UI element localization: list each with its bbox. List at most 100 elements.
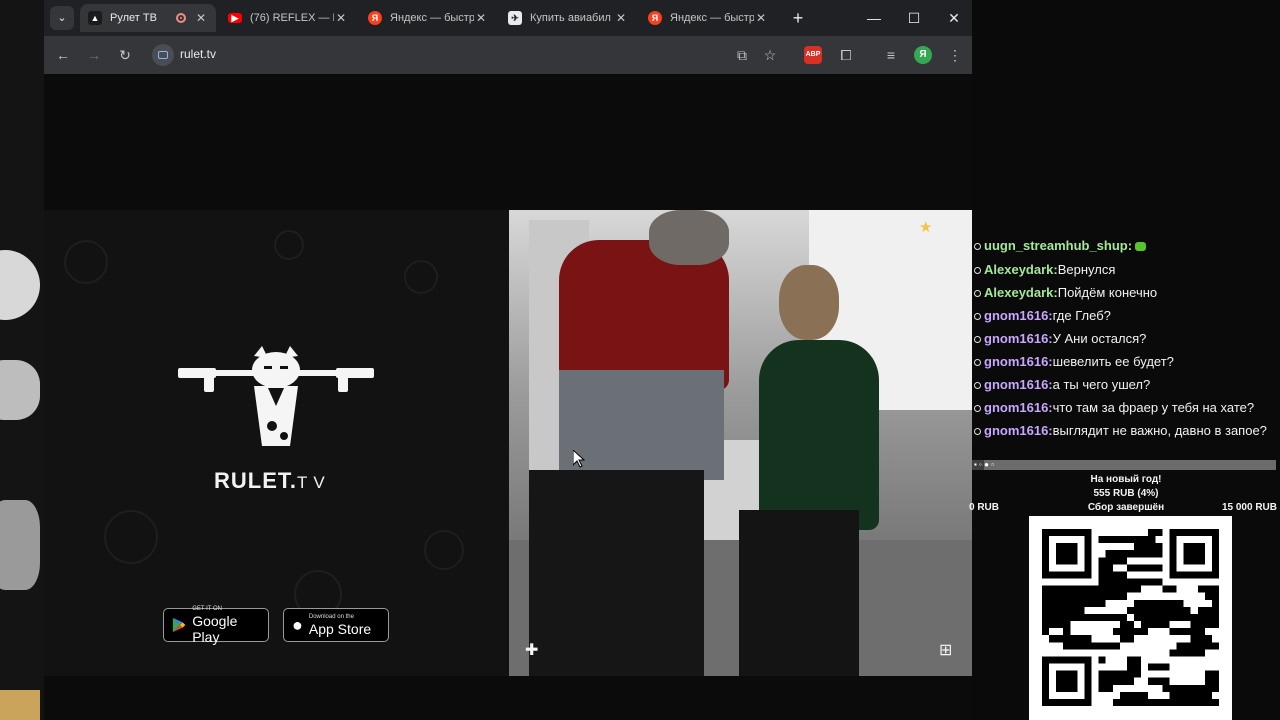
yandex-icon: Я [368,11,382,25]
app-store-small-text: Download on the [308,613,354,620]
chat-nick: uugn_streamhub_shup: [984,238,1133,253]
tab-title: Яндекс — быстр [390,12,474,24]
aviasales-icon: ✈ [508,11,522,25]
apple-icon: ● [292,615,303,635]
chat-text: где Глеб? [1052,308,1111,323]
new-tab-button[interactable]: + [788,8,808,28]
google-play-small-text: GET IT ON [192,605,223,612]
rulet-tv-icon: ▲ [88,11,102,25]
chat-text: шевелить ее будет? [1052,354,1174,369]
chat-message: gnom1616:а ты чего ушел? [974,376,1274,393]
rulet-tv-brand: RULET.TV [214,468,331,493]
chat-nick: gnom1616: [984,423,1053,438]
chat-text: Вернулся [1057,262,1116,277]
chat-message: gnom1616:шевелить ее будет? [974,353,1274,370]
chat-text: выглядит не важно, давно в запое? [1052,423,1267,438]
app-store-button[interactable]: ● Download on the App Store [283,608,389,642]
chat-bullet-icon [974,290,981,298]
chat-nick: gnom1616: [984,377,1053,392]
chat-nick: Alexeydark: [984,285,1058,300]
tab-youtube[interactable]: ▶ (76) REFLEX — П ✕ [220,4,356,32]
close-tab-icon[interactable]: ✕ [194,11,208,25]
star-icon: ★ [919,219,933,236]
reading-list-icon[interactable]: ≡ [880,44,902,66]
tab-title: Яндекс — быстр [670,12,754,24]
donation-max: 15 000 RUB [1221,502,1277,513]
webcam-video[interactable]: ★ 26 ✚ ⊞ [509,210,972,676]
rulet-promo-panel: RULET.TV GET IT ON Google Play ● Download… [44,210,509,676]
recording-icon [176,13,186,23]
viewer-count: 26 [936,219,953,235]
donation-qr-code [1029,516,1232,720]
chat-bullet-icon [974,405,981,413]
emote-icon [1135,242,1147,252]
tab-title: (76) REFLEX — П [250,12,334,24]
url-text[interactable]: rulet.tv [180,47,216,61]
chat-bullet-icon [974,313,981,321]
youtube-icon: ▶ [228,13,242,23]
gift-icon[interactable]: ⊞ [939,640,952,660]
chat-message: uugn_streamhub_shup: [974,237,1274,254]
chat-message: gnom1616:выглядит не важно, давно в запо… [974,422,1274,439]
tab-yandex-1[interactable]: Я Яндекс — быстр ✕ [360,4,496,32]
donation-goal: На новый год! 555 RUB (4%) 0 RUB Сбор за… [969,472,1280,516]
chat-nick: Alexeydark: [984,262,1058,277]
chat-message: gnom1616:У Ани остался? [974,330,1274,347]
donation-title: На новый год! [1090,474,1162,485]
tab-title: Купить авиабил [530,12,611,24]
bookmark-star-icon[interactable]: ☆ [759,44,781,66]
close-tab-icon[interactable]: ✕ [474,11,488,25]
close-tab-icon[interactable]: ✕ [614,11,628,25]
site-info-icon[interactable] [152,44,174,66]
address-bar[interactable]: rulet.tv [148,41,708,69]
chat-bullet-icon [974,336,981,344]
chat-bullet-icon [974,267,981,275]
chat-message: Alexeydark:Пойдём конечно [974,284,1274,301]
close-window-button[interactable]: ✕ [934,6,974,30]
forward-button[interactable]: → [83,44,105,66]
browser-toolbar: ← → ↻ rulet.tv ⧉ ☆ ABP ⧠ ≡ Я ⋮ [44,36,972,74]
close-tab-icon[interactable]: ✕ [754,11,768,25]
tab-aviasales[interactable]: ✈ Купить авиабил ✕ [500,4,636,32]
donation-raised: 555 RUB (4%) [1093,488,1159,499]
mouse-cursor-icon [573,450,585,468]
chat-text: У Ани остался? [1052,331,1147,346]
goal-icons: ▪ ◦ ● ▫ [974,460,995,469]
chat-nick: gnom1616: [984,400,1053,415]
google-play-icon [172,617,186,633]
profile-avatar[interactable]: Я [914,46,932,64]
cat-with-guns-logo [178,346,374,446]
chat-nick: gnom1616: [984,308,1053,323]
viewer-count-badge: ★ 26 [919,218,952,236]
stream-chat: uugn_streamhub_shup: Alexeydark:Вернулся… [972,236,1280,460]
browser-window: ⌄ ▲ Рулет ТВ ✕ ▶ (76) REFLEX — П ✕ Я Янд… [44,0,972,720]
chat-message: Alexeydark:Вернулся [974,261,1274,278]
tab-title: Рулет ТВ [110,12,157,24]
chat-nick: gnom1616: [984,331,1053,346]
chat-text: что там за фраер у тебя на хате? [1052,400,1255,415]
gamepad-icon[interactable]: ✚ [525,640,538,660]
page-content: RULET.TV GET IT ON Google Play ● Download… [44,74,972,720]
chat-bullet-icon [974,428,981,436]
chat-message: gnom1616:где Глеб? [974,307,1274,324]
chrome-menu-icon[interactable]: ⋮ [944,44,966,66]
adblock-extension-icon[interactable]: ABP [804,46,822,64]
reload-button[interactable]: ↻ [114,44,136,66]
maximize-button[interactable]: ☐ [894,6,934,30]
extensions-puzzle-icon[interactable]: ⧠ [835,44,857,66]
chat-text: Пойдём конечно [1057,285,1158,300]
chat-nick: gnom1616: [984,354,1053,369]
chat-text: а ты чего ушел? [1052,377,1151,392]
minimize-button[interactable]: — [854,6,894,30]
tab-yandex-2[interactable]: Я Яндекс — быстр ✕ [640,4,776,32]
install-app-icon[interactable]: ⧉ [731,44,753,66]
tab-rulet-tv[interactable]: ▲ Рулет ТВ ✕ [80,4,216,32]
chat-bullet-icon [974,359,981,367]
chat-bullet-icon [974,243,981,251]
google-play-label: Google Play [192,612,238,645]
tab-search-button[interactable]: ⌄ [50,6,74,30]
background-art-strip [0,0,44,720]
back-button[interactable]: ← [52,44,74,66]
close-tab-icon[interactable]: ✕ [334,11,348,25]
google-play-button[interactable]: GET IT ON Google Play [163,605,269,645]
